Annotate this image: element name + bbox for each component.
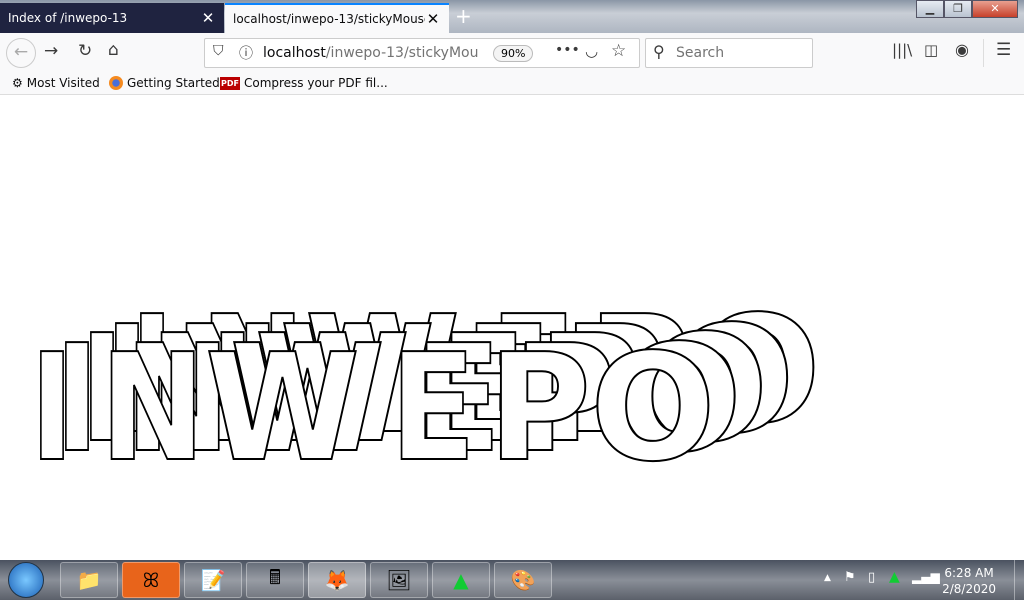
gear-icon: ⚙ — [12, 76, 23, 90]
maximize-button[interactable]: ❐ — [944, 0, 972, 18]
taskbar-file-explorer[interactable]: 📁 — [60, 562, 118, 598]
menu-icon[interactable]: ☰ — [996, 40, 1011, 60]
tab-label: localhost/inwepo-13/stickyMouseM — [233, 12, 425, 26]
new-tab-button[interactable]: + — [455, 4, 472, 28]
network-signal-icon[interactable]: ▂▄▆ — [912, 570, 940, 584]
art-letter: N — [99, 322, 206, 494]
show-desktop-button[interactable] — [1014, 560, 1024, 600]
bookmark-label: Compress your PDF fil... — [243, 76, 388, 90]
art-letter: W — [204, 322, 361, 494]
taskbar-paint[interactable]: 🎨 — [494, 562, 552, 598]
firefox-icon — [109, 76, 123, 90]
info-icon[interactable]: ⓘ — [239, 43, 253, 63]
forward-icon[interactable]: → — [44, 41, 58, 61]
minimize-button[interactable]: ▁ — [916, 0, 944, 18]
account-icon[interactable]: ◉ — [955, 40, 969, 59]
taskbar-notepad-plus[interactable]: 📝 — [184, 562, 242, 598]
page-content: INWEPOINWEPOINWEPOINWEPOINWEPO — [0, 96, 1024, 560]
tray-app-icon[interactable]: ▲ — [889, 569, 900, 585]
taskbar-calculator[interactable]: 🖩 — [246, 562, 304, 598]
bookmark-star-icon[interactable]: ☆ — [611, 41, 626, 61]
nav-toolbar: ← → ↻ ⌂ ⛉ ⓘ localhost/inwepo-13/stickyMo… — [0, 33, 1024, 73]
art-letter: P — [487, 322, 592, 494]
bookmark-getting-started[interactable]: Getting Started — [109, 76, 220, 90]
sidebar-icon[interactable]: ◫ — [924, 41, 938, 59]
art-letter: O — [589, 322, 717, 494]
tab-sticky-mouse[interactable]: localhost/inwepo-13/stickyMouseM ✕ — [225, 3, 449, 33]
pdf-icon: PDF — [220, 76, 240, 90]
more-actions-icon[interactable]: ••• — [555, 42, 580, 58]
bookmark-compress-pdf[interactable]: PDF Compress your PDF fil... — [220, 76, 388, 90]
url-host: localhost — [263, 45, 326, 61]
shield-icon[interactable]: ⛉ — [213, 43, 224, 59]
close-tab-icon[interactable]: ✕ — [200, 9, 216, 27]
start-button[interactable] — [8, 562, 44, 598]
library-icon[interactable]: |||\ — [892, 41, 912, 59]
art-letter: E — [389, 322, 477, 494]
taskbar-green-triangle-app[interactable]: ▲ — [432, 562, 490, 598]
power-icon[interactable]: ▯ — [868, 570, 875, 585]
taskbar-xampp[interactable]: ꕤ — [122, 562, 180, 598]
search-input[interactable]: ⚲ Search — [645, 38, 813, 68]
back-icon[interactable]: ← — [6, 38, 36, 68]
zoom-level-badge[interactable]: 90% — [493, 45, 534, 62]
url-path: /inwepo-13/stickyMou — [325, 45, 479, 61]
system-tray: ▲ ⚑ ▯ ▲ ▂▄▆ 6:28 AM 2/8/2020 — [814, 560, 1024, 600]
show-hidden-icons-icon[interactable]: ▲ — [824, 573, 831, 583]
title-bar: Index of /inwepo-13 ✕ localhost/inwepo-1… — [0, 0, 1024, 33]
search-placeholder: Search — [676, 45, 725, 61]
home-icon[interactable]: ⌂ — [108, 40, 119, 60]
close-tab-icon[interactable]: ✕ — [425, 10, 441, 28]
pocket-icon[interactable]: ◡ — [585, 42, 598, 60]
clock[interactable]: 6:28 AM 2/8/2020 — [942, 565, 996, 597]
art-letter: I — [29, 322, 75, 494]
action-center-flag-icon[interactable]: ⚑ — [844, 570, 856, 585]
search-icon: ⚲ — [653, 42, 665, 61]
close-window-button[interactable]: ✕ — [972, 0, 1018, 18]
tab-index[interactable]: Index of /inwepo-13 ✕ — [0, 3, 224, 33]
bookmarks-toolbar: ⚙ Most Visited Getting Started PDF Compres… — [0, 73, 1024, 95]
clock-time: 6:28 AM — [944, 566, 994, 580]
reload-icon[interactable]: ↻ — [78, 41, 92, 61]
url-bar[interactable]: ⛉ ⓘ localhost/inwepo-13/stickyMou 90% ••… — [204, 38, 640, 68]
bookmark-label: Getting Started — [127, 76, 220, 90]
clock-date: 2/8/2020 — [942, 582, 996, 596]
tab-label: Index of /inwepo-13 — [8, 11, 128, 25]
taskbar-firefox[interactable]: 🦊 — [308, 562, 366, 598]
bookmark-label: Most Visited — [26, 76, 100, 90]
bookmark-most-visited[interactable]: ⚙ Most Visited — [12, 76, 100, 90]
taskbar: 📁 ꕤ 📝 🖩 🦊 🖼 ▲ 🎨 ▲ ⚑ ▯ ▲ ▂▄▆ 6:28 AM 2/8/2… — [0, 560, 1024, 600]
taskbar-photo-viewer[interactable]: 🖼 — [370, 562, 428, 598]
